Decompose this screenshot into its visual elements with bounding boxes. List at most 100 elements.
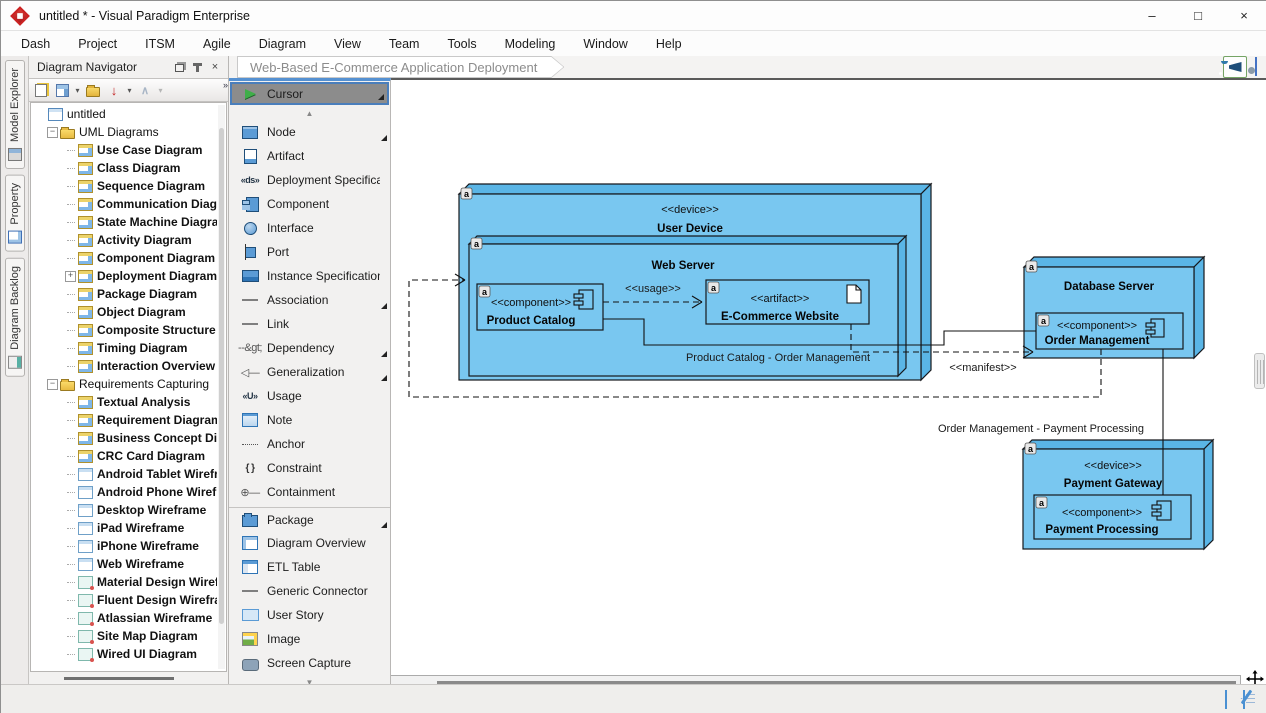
tree-item[interactable]: CRC Card Diagram (33, 447, 217, 465)
tree-expander[interactable] (65, 289, 76, 300)
deployment-diagram[interactable]: <<device>> User Device Web Server <<comp… (391, 80, 1266, 666)
menu-item[interactable]: Modeling (491, 34, 570, 54)
tree-expander[interactable] (47, 127, 58, 138)
diagram-canvas[interactable]: <<device>> User Device Web Server <<comp… (391, 78, 1266, 689)
tree-item[interactable]: Android Phone Wireframe (33, 483, 217, 501)
model-structure-button[interactable] (52, 80, 72, 100)
tree-item[interactable]: Interaction Overview Diagram (33, 357, 217, 375)
palette-item[interactable]: ETL Table (229, 555, 390, 579)
model-structure-dropdown[interactable]: ▾ (73, 86, 82, 95)
tree-expander[interactable] (65, 217, 76, 228)
minimize-button[interactable]: – (1129, 1, 1175, 30)
tree-expander[interactable] (65, 595, 76, 606)
tree-item[interactable]: Use Case Diagram (33, 141, 217, 159)
tree-expander[interactable] (65, 199, 76, 210)
tree-item[interactable]: Site Map Diagram (33, 627, 217, 645)
tree-item[interactable]: Wired UI Diagram (33, 645, 217, 663)
tree-item[interactable]: Timing Diagram (33, 339, 217, 357)
tree-expander[interactable] (65, 469, 76, 480)
menu-item[interactable]: ITSM (131, 34, 189, 54)
palette-item[interactable]: «ds» Deployment Specification (229, 168, 390, 192)
palette-item[interactable]: Anchor (229, 432, 390, 456)
palette-item-cursor[interactable]: Cursor (230, 82, 389, 105)
new-diagram-button[interactable] (31, 80, 51, 100)
side-tab[interactable]: Model Explorer (5, 60, 25, 169)
palette-item[interactable]: { } Constraint (229, 456, 390, 480)
tree-item[interactable]: Business Concept Diagram (33, 429, 217, 447)
right-panel-grip[interactable] (1254, 353, 1265, 389)
palette-item[interactable]: Node (229, 120, 390, 144)
tree-item[interactable]: Atlassian Wireframe (33, 609, 217, 627)
tree-expander[interactable] (65, 649, 76, 660)
menu-item[interactable]: Help (642, 34, 696, 54)
tree-expander[interactable] (65, 631, 76, 642)
tree-item[interactable]: Component Diagram (33, 249, 217, 267)
tree-expander[interactable] (65, 505, 76, 516)
menu-item[interactable]: Agile (189, 34, 245, 54)
tree-item[interactable]: Composite Structure Diagram (33, 321, 217, 339)
palette-item[interactable]: Screen Capture (229, 651, 390, 675)
tree-item[interactable]: Fluent Design Wireframe (33, 591, 217, 609)
tree-expander[interactable] (65, 523, 76, 534)
tree-expander[interactable] (65, 145, 76, 156)
palette-scroll-up[interactable]: ▲ (229, 106, 390, 120)
menu-item[interactable]: Tools (433, 34, 490, 54)
palette-item[interactable]: Image (229, 627, 390, 651)
tree-item[interactable]: Material Design Wireframe (33, 573, 217, 591)
tree-expander[interactable] (65, 343, 76, 354)
tree-item[interactable]: Communication Diagram (33, 195, 217, 213)
palette-item[interactable]: Artifact (229, 144, 390, 168)
tree-item[interactable]: Textual Analysis (33, 393, 217, 411)
pin-panel-button[interactable] (188, 59, 206, 75)
tree-item[interactable]: untitled (33, 105, 217, 123)
tree-expander[interactable] (35, 109, 46, 120)
tree-item[interactable]: Android Tablet Wireframe (33, 465, 217, 483)
menu-item[interactable]: View (320, 34, 375, 54)
tree-expander[interactable] (65, 307, 76, 318)
tree-expander[interactable] (65, 577, 76, 588)
tree-expander[interactable] (65, 415, 76, 426)
tree-item[interactable]: Class Diagram (33, 159, 217, 177)
tree-expander[interactable] (65, 253, 76, 264)
palette-item[interactable]: Link (229, 312, 390, 336)
side-tab[interactable]: Diagram Backlog (5, 258, 25, 377)
palette-item[interactable]: ◁— Generalization (229, 360, 390, 384)
tree-expander[interactable] (65, 181, 76, 192)
tree-expander[interactable] (65, 487, 76, 498)
tree-item[interactable]: Package Diagram (33, 285, 217, 303)
palette-item[interactable]: Instance Specification (229, 264, 390, 288)
toolbar-overflow-button[interactable]: » (223, 80, 227, 90)
tree-item[interactable]: State Machine Diagram (33, 213, 217, 231)
tree-item[interactable]: iPhone Wireframe (33, 537, 217, 555)
tree-item[interactable]: iPad Wireframe (33, 519, 217, 537)
layout-button[interactable] (1255, 58, 1257, 76)
tree-item[interactable]: Sequence Diagram (33, 177, 217, 195)
tree-vertical-scrollbar[interactable] (218, 105, 225, 669)
tree-item[interactable]: Web Wireframe (33, 555, 217, 573)
node-order-management[interactable]: <<component>> Order Management (1036, 313, 1183, 349)
palette-item[interactable]: Interface (229, 216, 390, 240)
palette-item[interactable]: Package (229, 507, 390, 531)
palette-item[interactable]: Note (229, 408, 390, 432)
tree-expander[interactable] (65, 163, 76, 174)
tree-expander[interactable] (65, 559, 76, 570)
palette-item[interactable]: --&gt; Dependency (229, 336, 390, 360)
tree-item[interactable]: Requirements Capturing (33, 375, 217, 393)
announcements-button[interactable] (1223, 56, 1247, 78)
sort-button[interactable]: ↓ (104, 80, 124, 100)
tree-item[interactable]: UML Diagrams (33, 123, 217, 141)
sort-dropdown[interactable]: ▾ (125, 86, 134, 95)
tree-item[interactable]: Desktop Wireframe (33, 501, 217, 519)
tree-expander[interactable] (65, 613, 76, 624)
tree-item[interactable]: Deployment Diagram (33, 267, 217, 285)
side-tab[interactable]: Property (5, 175, 25, 252)
tree-expander[interactable] (65, 235, 76, 246)
palette-item[interactable]: Port (229, 240, 390, 264)
tree-expander[interactable] (65, 541, 76, 552)
node-ecommerce-website[interactable]: <<artifact>> E-Commerce Website (706, 280, 869, 324)
breadcrumb[interactable]: Web-Based E-Commerce Application Deploym… (238, 57, 563, 77)
collapse-dropdown[interactable]: ▾ (156, 86, 165, 95)
tree-expander[interactable] (65, 271, 76, 282)
tree-expander[interactable] (65, 361, 76, 372)
collapse-button[interactable]: ∧ (135, 80, 155, 100)
